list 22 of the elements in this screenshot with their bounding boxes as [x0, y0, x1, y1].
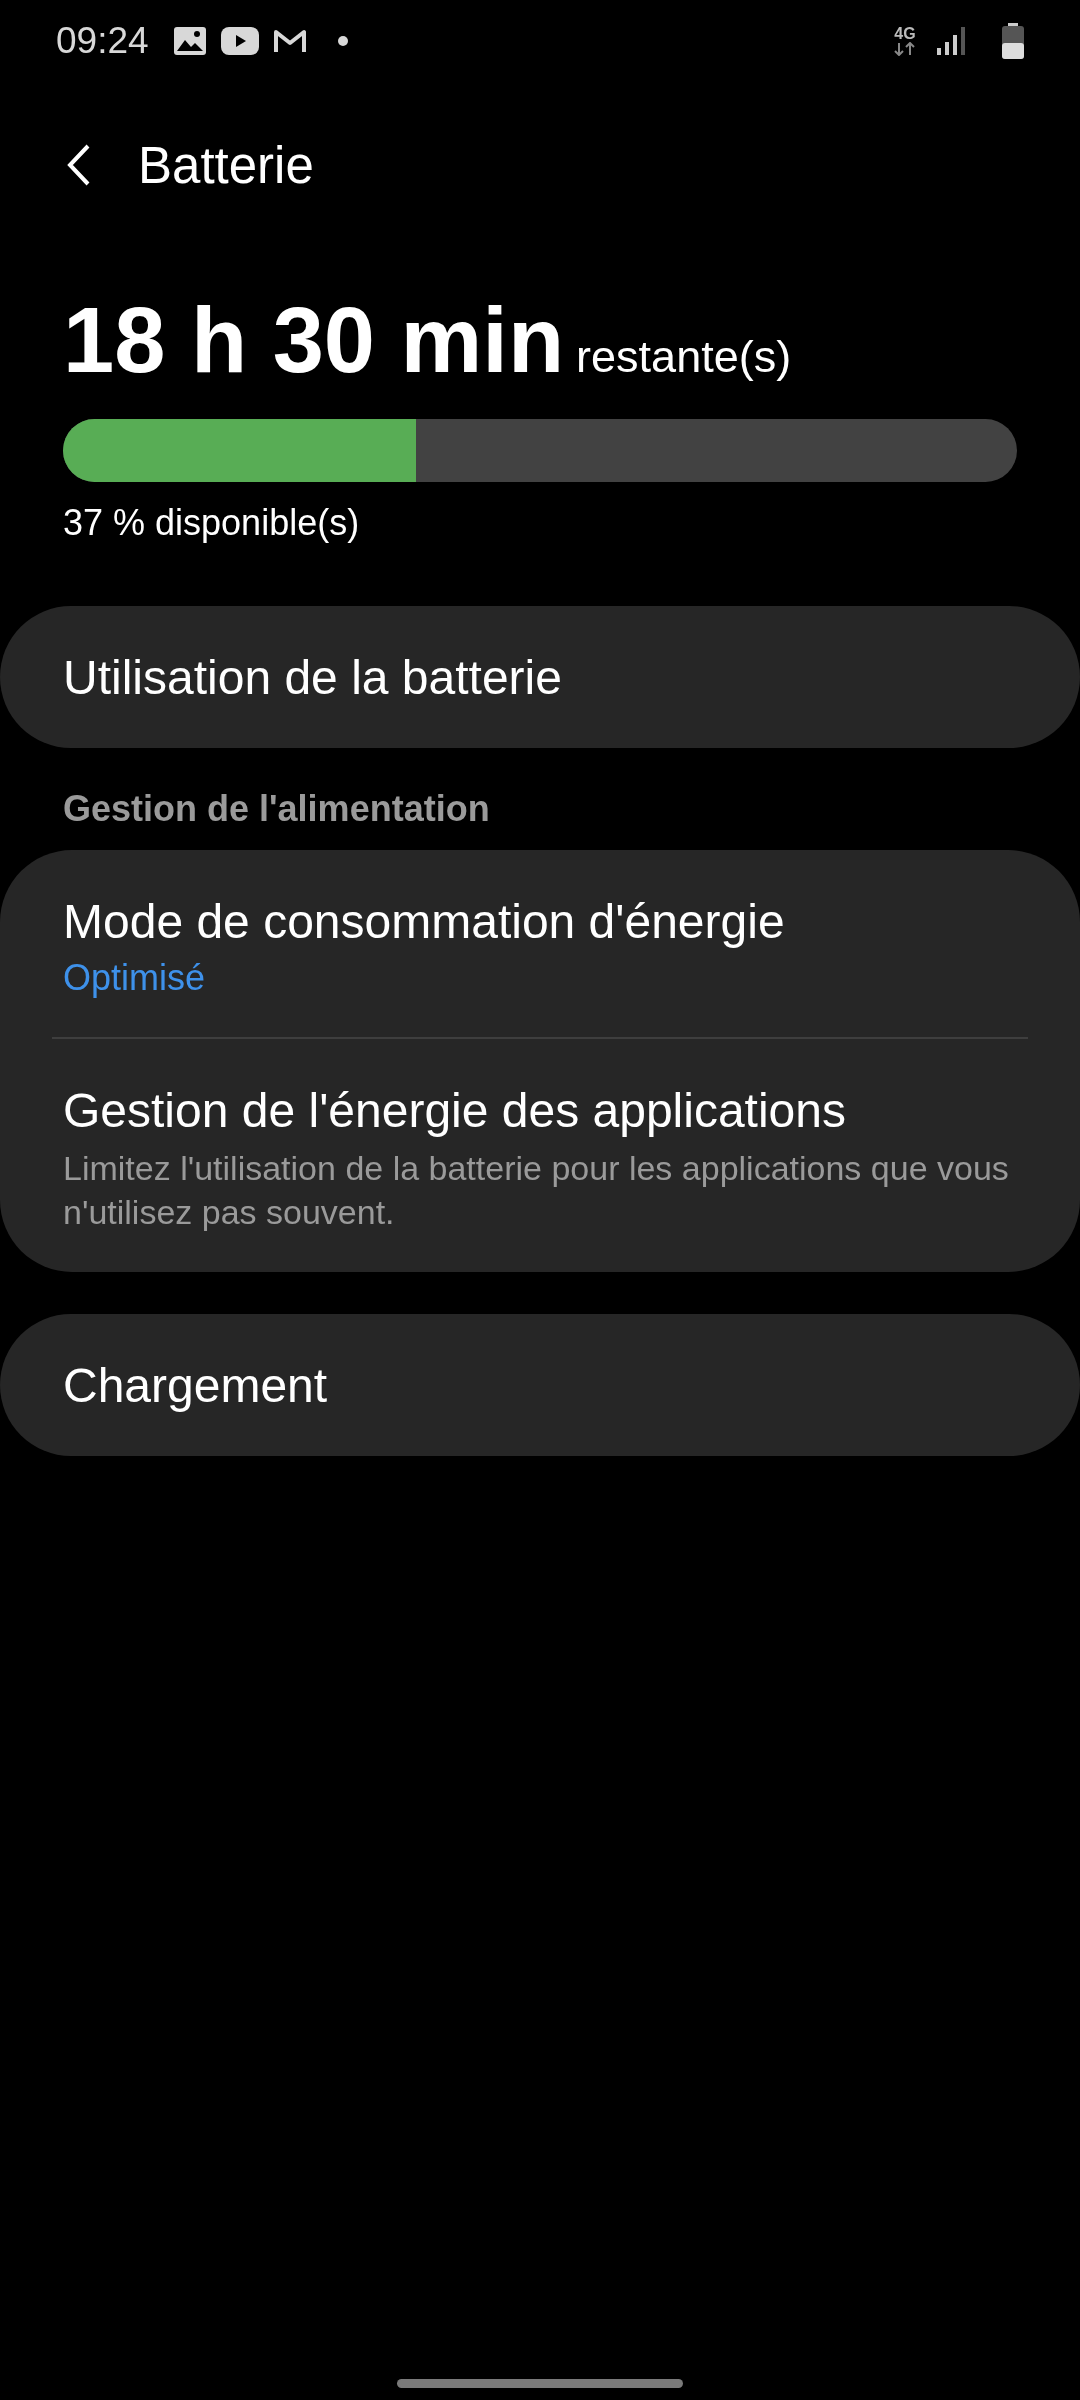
settings-item-value: Optimisé: [63, 957, 207, 999]
signal-icon: [936, 26, 966, 56]
time-remaining: 18 h 30 min: [63, 288, 565, 393]
data-arrows-icon: [894, 42, 916, 56]
battery-usage-item[interactable]: Utilisation de la batterie: [0, 606, 1080, 748]
network-type: 4G: [894, 26, 916, 42]
battery-icon: [1002, 23, 1024, 59]
settings-item[interactable]: Gestion de l'énergie des applications Limitez l'utilisation de la batterie pour les applications que vous n'utilisez pas souvent.: [0, 1039, 1080, 1272]
screen-title: Batterie: [138, 135, 314, 195]
time-remaining-label: restante(s): [576, 331, 792, 383]
image-icon: [172, 26, 207, 56]
settings-item-title: Gestion de l'énergie des applications: [63, 1083, 847, 1138]
battery-percentage: 37 % disponible(s): [63, 502, 361, 544]
settings-item-description: Limitez l'utilisation de la batterie pour les applications que vous n'utilisez pas souvent.: [63, 1148, 1010, 1233]
settings-item[interactable]: Mode de consommation d'énergie Optimisé: [0, 850, 1080, 1037]
mail-icon: [272, 28, 307, 54]
status-time: 09:24: [56, 20, 149, 62]
charging-item[interactable]: Chargement: [0, 1314, 1080, 1456]
section-header: Gestion de l'alimentation: [62, 788, 491, 830]
notification-dot-icon: [336, 35, 349, 47]
video-play-icon: [220, 27, 259, 55]
settings-item-title: Mode de consommation d'énergie: [63, 894, 786, 949]
